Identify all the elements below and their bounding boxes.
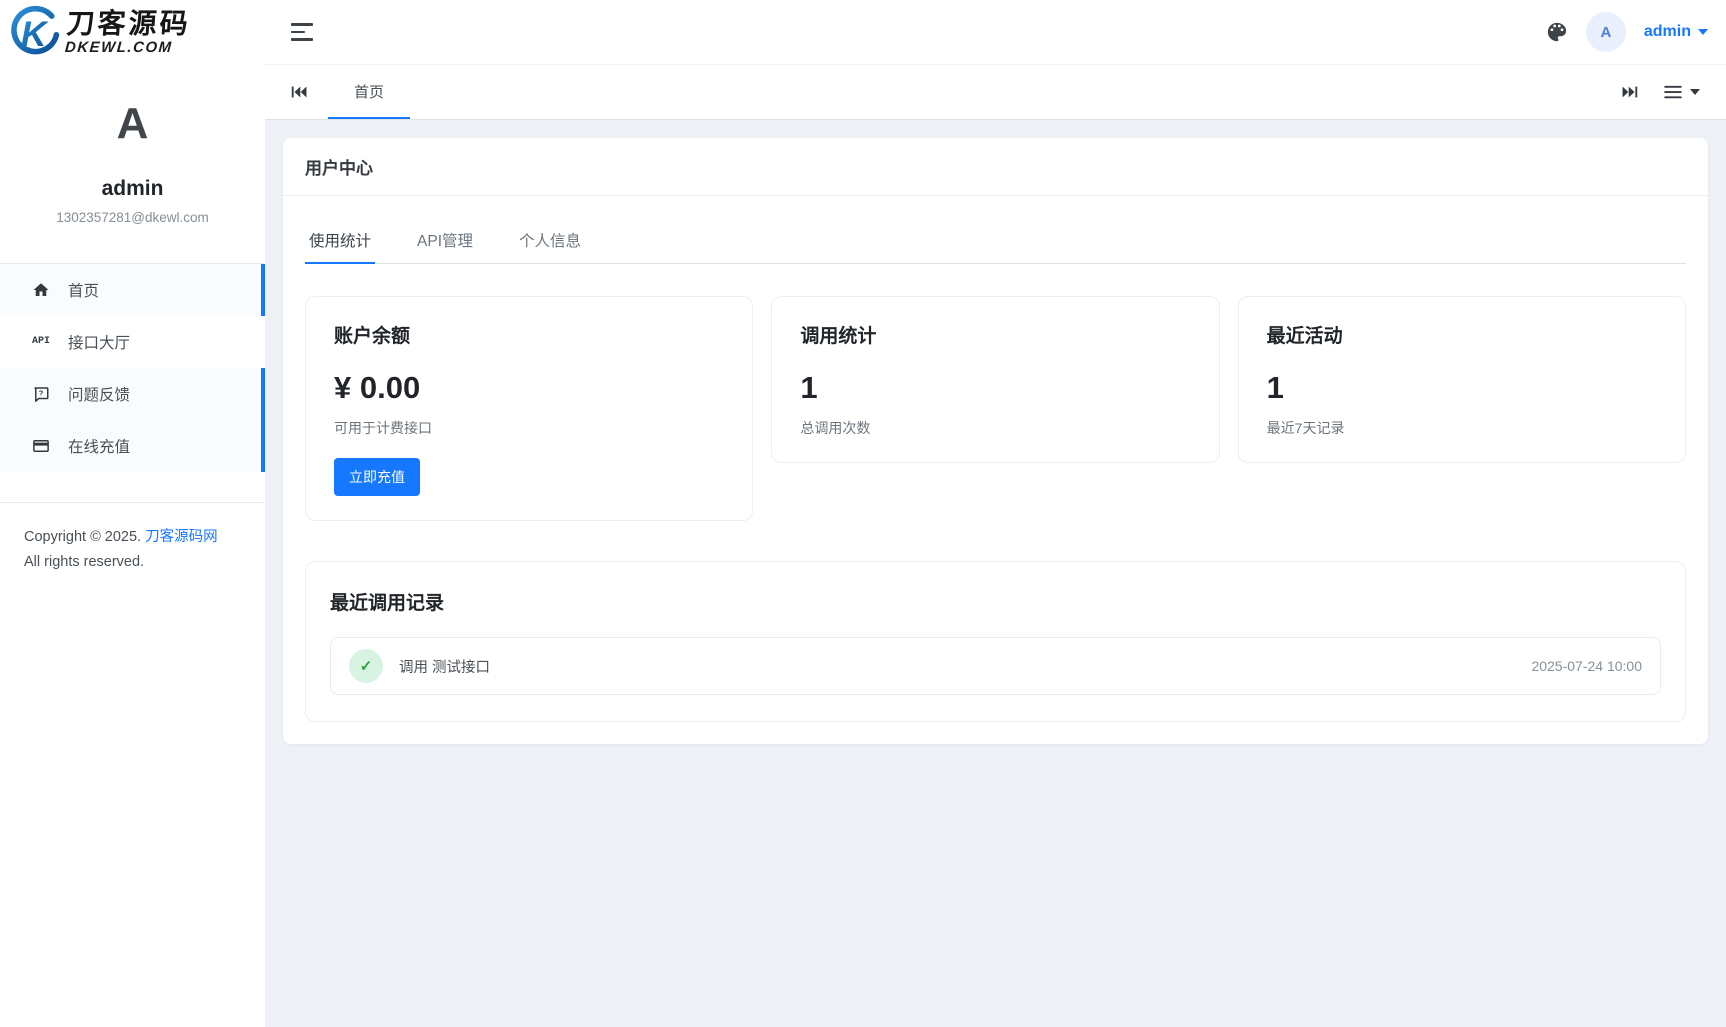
balance-card: 账户余额 ¥ 0.00 可用于计费接口 立即充值	[305, 296, 753, 521]
svg-text:K: K	[21, 14, 49, 54]
sidebar-item-label: 在线充值	[68, 435, 130, 457]
main-content: 用户中心 使用统计 API管理 个人信息 账户余额 ¥ 0.00	[265, 120, 1726, 1027]
content-tabs: 使用统计 API管理 个人信息	[305, 218, 1686, 264]
success-check-icon: ✓	[349, 649, 383, 683]
recent-activity-card: 最近活动 1 最近7天记录	[1238, 296, 1686, 463]
footer-brand-link[interactable]: 刀客源码网	[145, 529, 218, 545]
stat-title: 调用统计	[800, 321, 1190, 348]
stat-caption: 最近7天记录	[1267, 418, 1657, 438]
sidebar: A admin 1302357281@dkewl.com 首页 API 接口大厅	[0, 64, 265, 1027]
user-menu-button[interactable]: admin	[1644, 23, 1708, 41]
sidebar-item-label: 问题反馈	[68, 383, 130, 405]
home-icon	[30, 281, 52, 299]
tabs-scroll-end-button[interactable]	[1615, 65, 1644, 119]
recent-activity-value: 1	[1267, 370, 1657, 406]
sidebar-menu: 首页 API 接口大厅 ? 问题反馈	[0, 263, 265, 472]
profile-initial: A	[10, 98, 255, 151]
app-window: K 刀客源码 DKEWL.COM A admin	[0, 0, 1726, 1027]
brand-name-cn: 刀客源码	[66, 10, 192, 38]
username-label: admin	[1644, 23, 1691, 41]
brand-logo[interactable]: K 刀客源码 DKEWL.COM	[0, 0, 265, 64]
sidebar-item-label: 接口大厅	[68, 331, 130, 353]
sidebar-item-feedback[interactable]: ? 问题反馈	[0, 368, 265, 420]
profile-email: 1302357281@dkewl.com	[10, 210, 255, 225]
avatar-initial: A	[1600, 24, 1611, 41]
tabs-menu-button[interactable]	[1658, 65, 1706, 119]
record-text: 调用 测试接口	[399, 656, 490, 677]
balance-value: ¥ 0.00	[334, 370, 724, 406]
record-timestamp: 2025-07-24 10:00	[1531, 658, 1642, 674]
sidebar-item-api-hall[interactable]: API 接口大厅	[0, 316, 265, 368]
top-header: K 刀客源码 DKEWL.COM A admin	[0, 0, 1726, 64]
stat-caption: 可用于计费接口	[334, 418, 724, 438]
api-icon: API	[30, 336, 52, 347]
svg-text:?: ?	[39, 388, 44, 397]
recent-calls-title: 最近调用记录	[330, 588, 1661, 615]
hamburger-icon	[291, 23, 313, 41]
feedback-icon: ?	[30, 385, 52, 403]
card-title: 用户中心	[305, 154, 1686, 179]
sidebar-profile: A admin 1302357281@dkewl.com	[0, 64, 265, 263]
brand-domain: DKEWL.COM	[64, 40, 189, 55]
copyright-text: Copyright © 2025.	[24, 529, 141, 545]
tabs-scroll-start-button[interactable]	[285, 65, 314, 119]
user-center-card: 用户中心 使用统计 API管理 个人信息 账户余额 ¥ 0.00	[283, 138, 1708, 744]
chevron-down-icon	[1690, 89, 1700, 95]
stat-title: 最近活动	[1267, 321, 1657, 348]
recent-calls-card: 最近调用记录 ✓ 调用 测试接口 2025-07-24 10:00	[305, 561, 1686, 722]
sidebar-toggle-button[interactable]	[285, 17, 319, 47]
stat-caption: 总调用次数	[800, 418, 1190, 438]
stats-row: 账户余额 ¥ 0.00 可用于计费接口 立即充值 调用统计 1 总调用次数	[305, 296, 1686, 521]
theme-palette-button[interactable]	[1546, 21, 1568, 43]
sidebar-item-home[interactable]: 首页	[0, 264, 265, 316]
stat-title: 账户余额	[334, 321, 724, 348]
page-tabs-bar: 首页	[265, 64, 1726, 120]
rights-text: All rights reserved.	[24, 550, 241, 575]
chevron-down-icon	[1698, 29, 1708, 35]
menu-lines-icon	[1664, 85, 1682, 99]
recharge-button[interactable]: 立即充值	[334, 458, 420, 496]
sidebar-item-recharge[interactable]: 在线充值	[0, 420, 265, 472]
total-calls-value: 1	[800, 370, 1190, 406]
call-record-row: ✓ 调用 测试接口 2025-07-24 10:00	[330, 637, 1661, 695]
call-stats-card: 调用统计 1 总调用次数	[771, 296, 1219, 463]
brand-k-icon: K	[6, 4, 62, 60]
skip-end-icon	[1621, 84, 1638, 100]
recharge-icon	[30, 437, 52, 455]
user-avatar[interactable]: A	[1586, 12, 1626, 52]
page-tab-home[interactable]: 首页	[328, 65, 410, 119]
tab-usage-stats[interactable]: 使用统计	[305, 218, 375, 264]
sidebar-item-label: 首页	[68, 279, 99, 301]
skip-start-icon	[291, 84, 308, 100]
profile-username: admin	[10, 177, 255, 201]
tab-api-management[interactable]: API管理	[413, 218, 477, 264]
sidebar-footer: Copyright © 2025. 刀客源码网 All rights reser…	[0, 503, 265, 598]
tab-personal-info[interactable]: 个人信息	[515, 218, 585, 264]
palette-icon	[1546, 21, 1568, 43]
